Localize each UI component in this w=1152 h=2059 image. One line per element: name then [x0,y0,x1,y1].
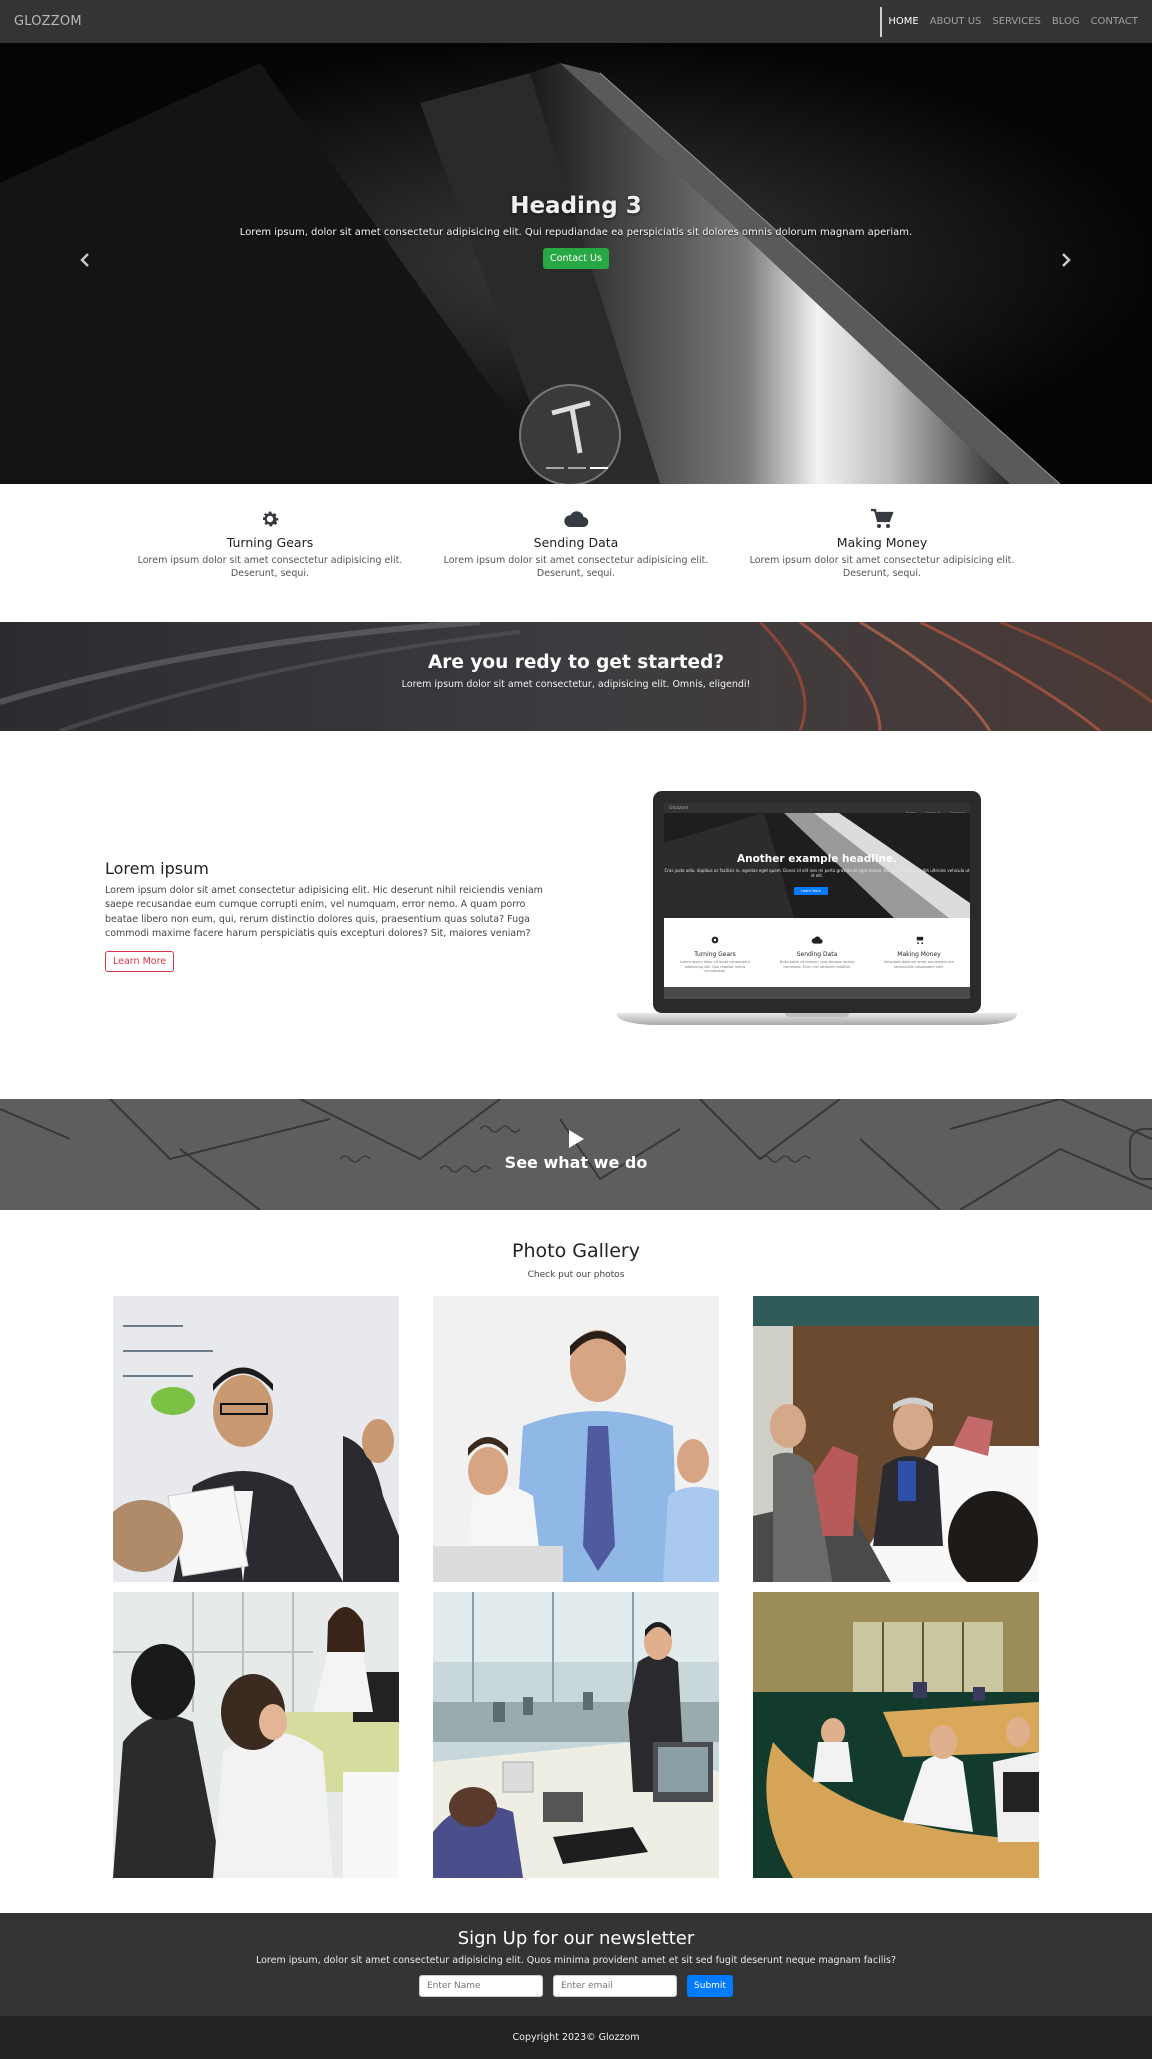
cart-icon [916,936,923,945]
get-started-text: Lorem ipsum dolor sit amet consectetur, … [401,679,751,690]
hero-caption: Heading 3 Lorem ipsum, dolor sit amet co… [0,193,1152,269]
gallery-subtitle: Check put our photos [527,1270,625,1280]
hero-title: Heading 3 [510,193,642,219]
mockup-headline: Another example headline. [736,853,898,865]
mockup-button: Learn More [794,887,828,895]
laptop-notch [785,1013,849,1017]
mockup-band [664,987,970,999]
contact-us-button[interactable]: Contact Us [543,248,609,269]
feature-text: Lorem ipsum dolor sit amet consectetur a… [749,555,1015,580]
cloud-icon [564,511,589,528]
carousel-indicator-active[interactable] [590,467,608,469]
navbar: GLOZZOM HOME ABOUT US SERVICES BLOG CONT… [0,0,1152,43]
mockup-navbar: Glozzom Home About Us Services [664,803,970,815]
get-started-title: Are you redy to get started? [427,652,725,673]
feature-title: Making Money [836,535,928,550]
photo-cubicle-office[interactable] [433,1592,719,1878]
copyright-text: Copyright 2023© Glozzom [512,2032,640,2043]
mockup-feature-text: Voluptate dolorum amet accusamus aut per… [883,960,955,969]
hero-text: Lorem ipsum, dolor sit amet consectetur … [239,227,913,238]
mockup-feature-text: Nulla porta sit tempor, quis tempus laci… [779,960,855,969]
nav-link-about[interactable]: ABOUT US [930,16,982,27]
nav-link-blog[interactable]: BLOG [1052,16,1080,27]
video-content: See what we do [0,1129,1152,1172]
feature-text: Lorem ipsum dolor sit amet consectetur a… [137,555,403,580]
carousel-indicator[interactable] [568,467,586,469]
carousel-indicators [546,467,608,469]
feature-title: Sending Data [533,535,619,550]
photo-office-colleagues[interactable] [113,1592,399,1878]
email-input[interactable] [553,1975,677,1997]
mockup-feature-title: Making Money [897,951,941,958]
mockup-feature-title: Sending Data [796,951,838,958]
mockup-feature-title: Turning Gears [694,951,736,958]
hero-carousel: Heading 3 Lorem ipsum, dolor sit amet co… [0,43,1152,484]
newsletter-form: Submit [0,1975,1152,1997]
laptop-screen-frame: Glozzom Home About Us Services Another e [653,791,981,1013]
photo-gallery-section: Photo Gallery Check put our photos [0,1210,1152,1913]
photo-open-plan-office[interactable] [753,1592,1039,1878]
nav-link-home[interactable]: HOME [888,16,918,27]
laptop-screen: Glozzom Home About Us Services Another e [664,803,970,999]
play-icon[interactable] [567,1129,585,1149]
gear-icon [263,511,279,527]
mockup-features: Turning Gears Lorem ipsum dolor sit amet… [664,918,970,974]
mockup-hero: Another example headline. Cras justo odi… [664,813,970,918]
feature-text: Lorem ipsum dolor sit amet consectetur a… [443,555,709,580]
get-started-section: Are you redy to get started? Lorem ipsum… [0,622,1152,731]
learn-more-button[interactable]: Learn More [105,951,175,972]
mockup-hero-image [664,813,970,918]
chevron-right-icon[interactable] [1061,251,1071,272]
submit-button[interactable]: Submit [687,1975,733,1997]
gear-icon [711,936,719,944]
feature-turning-gears: Turning Gears Lorem ipsum dolor sit amet… [125,484,415,622]
photo-meeting-table[interactable] [753,1296,1039,1582]
photo-man-in-tie[interactable] [433,1296,719,1582]
footer: Copyright 2023© Glozzom [0,2016,1152,2059]
brand-logo[interactable]: GLOZZOM [14,14,82,29]
feature-title: Turning Gears [226,535,314,550]
video-title: See what we do [504,1153,648,1172]
mockup-feature-text: Lorem ipsum dolor sit amet consectetur a… [679,960,751,974]
gallery-title: Photo Gallery [512,1240,640,1262]
about-title: Lorem ipsum [105,859,209,878]
about-text-block: Lorem ipsum Lorem ipsum dolor sit amet c… [105,859,555,972]
features-section: Turning Gears Lorem ipsum dolor sit amet… [0,484,1152,622]
nav-link-services[interactable]: SERVICES [992,16,1041,27]
get-started-content: Are you redy to get started? Lorem ipsum… [0,652,1152,690]
about-body: Lorem ipsum dolor sit amet consectetur a… [105,885,543,939]
cart-icon [871,508,894,528]
feature-making-money: Making Money Lorem ipsum dolor sit amet … [737,484,1027,622]
nav-menu: HOME ABOUT US SERVICES BLOG CONTACT [880,6,1138,37]
about-section: Lorem ipsum Lorem ipsum dolor sit amet c… [0,731,1152,1099]
photo-presenter[interactable] [113,1296,399,1582]
name-input[interactable] [419,1975,543,1997]
newsletter-section: Sign Up for our newsletter Lorem ipsum, … [0,1913,1152,2016]
mockup-feature: Making Money Voluptate dolorum amet accu… [879,930,959,974]
chevron-left-icon[interactable] [80,251,90,272]
mockup-brand: Glozzom [669,805,689,811]
video-section: See what we do [0,1099,1152,1210]
feature-sending-data: Sending Data Lorem ipsum dolor sit amet … [431,484,721,622]
mockup-subtext: Cras justo odio, dapibus ac facilisis in… [664,868,970,879]
cloud-icon [811,936,823,944]
mockup-feature: Sending Data Nulla porta sit tempor, qui… [777,930,857,974]
mockup-feature: Turning Gears Lorem ipsum dolor sit amet… [675,930,755,974]
newsletter-text: Lorem ipsum, dolor sit amet consectetur … [255,1955,897,1966]
nav-link-contact[interactable]: CONTACT [1091,16,1138,27]
carousel-indicator[interactable] [546,467,564,469]
newsletter-title: Sign Up for our newsletter [457,1928,695,1949]
